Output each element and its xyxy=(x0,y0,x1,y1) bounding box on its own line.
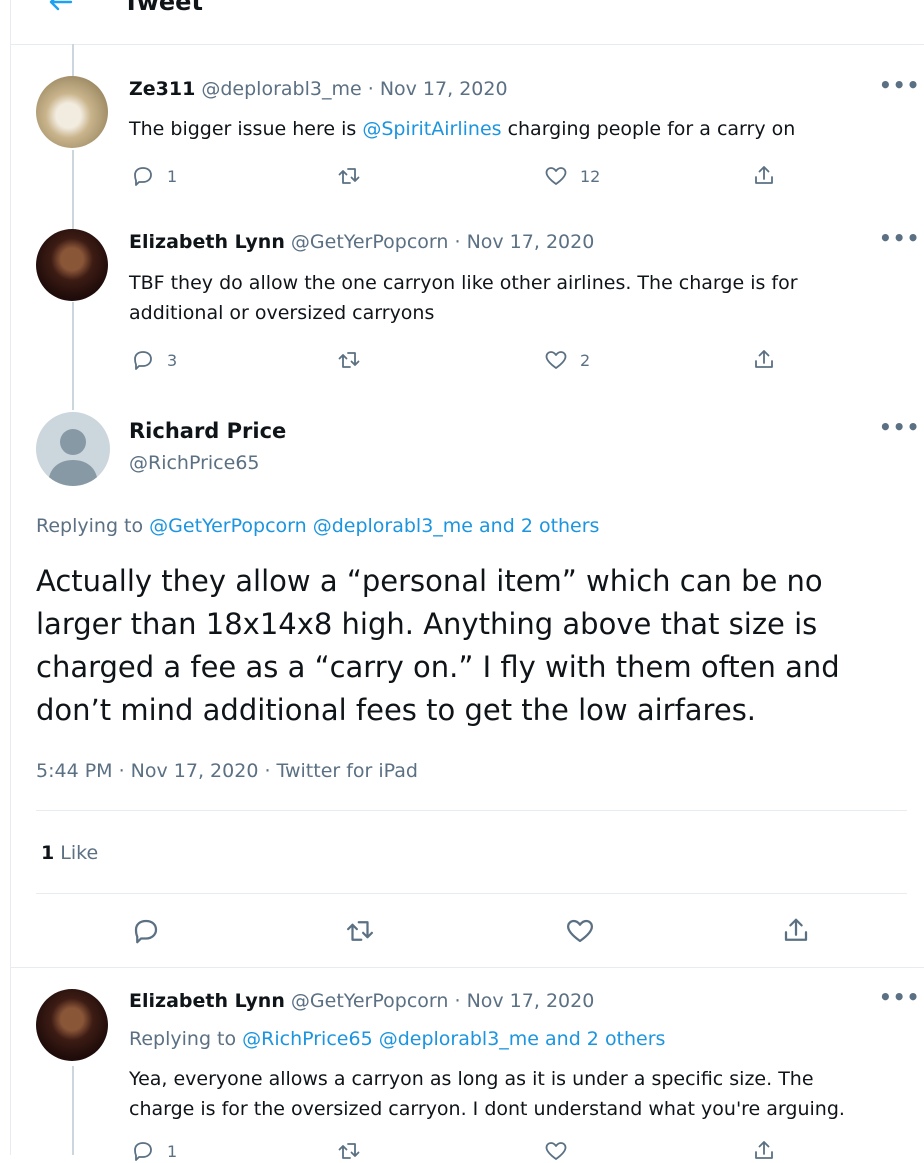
like-button[interactable] xyxy=(544,1139,568,1163)
retweet-button[interactable] xyxy=(337,164,373,188)
user-name[interactable]: Elizabeth Lynn xyxy=(129,231,285,253)
share-button[interactable] xyxy=(752,348,776,372)
share-button[interactable] xyxy=(781,916,811,946)
reply-button[interactable]: 1 xyxy=(131,1139,177,1163)
replying-to: Replying to @RichPrice65 @deplorabl3_me … xyxy=(129,1028,665,1050)
tweet-timestamp[interactable]: 5:44 PM · Nov 17, 2020 · Twitter for iPa… xyxy=(36,760,418,782)
replying-label: Replying to xyxy=(129,1028,243,1050)
retweet-icon xyxy=(338,352,360,368)
share-icon xyxy=(755,1141,773,1159)
reply-icon xyxy=(134,1142,152,1161)
more-icon[interactable]: ••• xyxy=(879,987,920,1007)
tweet-header: Elizabeth Lynn @GetYerPopcorn · Nov 17, … xyxy=(129,231,594,253)
header: Tweet xyxy=(11,0,924,45)
tweet-text-line: don’t mind additional fees to get the lo… xyxy=(36,693,757,727)
reply-icon xyxy=(134,919,158,944)
page-title: Tweet xyxy=(123,0,203,16)
timeline-column: Tweet Ze311 @deplorabl3_me · Nov 17, 202… xyxy=(10,0,924,1161)
replying-label: Replying to xyxy=(36,515,150,537)
mention-link[interactable]: @SpiritAirlines xyxy=(362,118,501,140)
user-name[interactable]: Ze311 xyxy=(129,78,195,100)
separator: · xyxy=(367,78,374,100)
tweet-header: Ze311 @deplorabl3_me · Nov 17, 2020 xyxy=(129,78,508,100)
user-name[interactable]: Elizabeth Lynn xyxy=(129,990,285,1012)
divider xyxy=(11,967,924,968)
thread-line xyxy=(72,44,74,80)
retweet-icon xyxy=(338,1143,360,1159)
tweet-text-line: Yea, everyone allows a carryon as long a… xyxy=(129,1068,814,1090)
retweet-icon xyxy=(347,921,373,941)
tweet-text-part: The bigger issue here is xyxy=(129,118,363,140)
more-icon[interactable]: ••• xyxy=(879,228,920,248)
reply-count: 3 xyxy=(167,350,178,370)
avatar[interactable] xyxy=(36,76,108,148)
thread-line xyxy=(72,302,74,410)
heart-icon xyxy=(545,167,567,185)
arrow-left-icon[interactable] xyxy=(47,0,73,14)
tweet-text-line: TBF they do allow the one carryon like o… xyxy=(129,272,798,294)
replying-to-link[interactable]: @GetYerPopcorn @deplorabl3_me and 2 othe… xyxy=(149,515,599,537)
separator: · xyxy=(454,231,461,253)
share-icon xyxy=(755,350,773,368)
user-handle[interactable]: @deplorabl3_me xyxy=(201,78,361,100)
tweet-header: Elizabeth Lynn @GetYerPopcorn · Nov 17, … xyxy=(129,990,594,1012)
reply-count: 1 xyxy=(167,1141,178,1161)
tweet-text-part: charging people for a carry on xyxy=(501,118,796,140)
reply-icon xyxy=(134,351,152,370)
avatar[interactable] xyxy=(36,412,110,486)
tweet-date[interactable]: Nov 17, 2020 xyxy=(467,990,595,1012)
heart-icon xyxy=(567,919,593,943)
thread-line xyxy=(72,1066,74,1155)
user-name[interactable]: Richard Price xyxy=(129,419,286,443)
avatar[interactable] xyxy=(36,229,108,301)
reply-button[interactable]: 3 xyxy=(131,348,177,372)
default-avatar-icon xyxy=(48,429,98,486)
like-count: 12 xyxy=(580,166,601,186)
user-handle[interactable]: @RichPrice65 xyxy=(129,452,260,474)
share-icon xyxy=(784,918,808,941)
retweet-button[interactable] xyxy=(337,348,373,372)
tweet-date[interactable]: Nov 17, 2020 xyxy=(380,78,508,100)
likes-count: 1 xyxy=(41,842,55,864)
like-button[interactable]: 12 xyxy=(544,164,600,188)
reply-count: 1 xyxy=(167,166,178,186)
tweet-text-line: additional or oversized carryons xyxy=(129,302,435,324)
like-button[interactable]: 2 xyxy=(544,348,590,372)
reply-button[interactable] xyxy=(131,916,161,946)
user-handle[interactable]: @GetYerPopcorn xyxy=(291,231,449,253)
replying-to-link[interactable]: @RichPrice65 @deplorabl3_me and 2 others xyxy=(242,1028,665,1050)
user-handle[interactable]: @GetYerPopcorn xyxy=(291,990,449,1012)
retweet-button[interactable] xyxy=(345,916,375,946)
tweet-text-line: Actually they allow a “personal item” wh… xyxy=(36,564,823,598)
share-button[interactable] xyxy=(752,1139,776,1163)
retweet-button[interactable] xyxy=(337,1139,361,1163)
like-button[interactable] xyxy=(565,916,595,946)
tweet-text: The bigger issue here is @SpiritAirlines… xyxy=(129,114,795,144)
divider xyxy=(36,893,907,894)
tweet-text-line: charge is for the oversized carryon. I d… xyxy=(129,1098,845,1120)
likes-stat[interactable]: 1 Like xyxy=(41,842,98,864)
share-button[interactable] xyxy=(752,164,776,188)
more-icon[interactable]: ••• xyxy=(879,417,920,437)
tweet-date[interactable]: Nov 17, 2020 xyxy=(467,231,595,253)
heart-icon xyxy=(545,1142,567,1160)
avatar[interactable] xyxy=(36,989,108,1061)
reply-button[interactable]: 1 xyxy=(131,164,177,188)
like-count: 2 xyxy=(580,350,591,370)
divider xyxy=(36,810,907,811)
more-icon[interactable]: ••• xyxy=(879,75,920,95)
tweet-text-line: larger than 18x14x8 high. Anything above… xyxy=(36,607,818,641)
likes-label: Like xyxy=(60,842,99,864)
separator: · xyxy=(454,990,461,1012)
reply-icon xyxy=(134,167,152,186)
retweet-icon xyxy=(338,168,360,184)
share-icon xyxy=(755,166,773,184)
heart-icon xyxy=(545,351,567,369)
tweet-text-line: charged a fee as a “carry on.” I fly wit… xyxy=(36,650,840,684)
replying-to: Replying to @GetYerPopcorn @deplorabl3_m… xyxy=(36,515,599,537)
thread-line xyxy=(72,150,74,230)
